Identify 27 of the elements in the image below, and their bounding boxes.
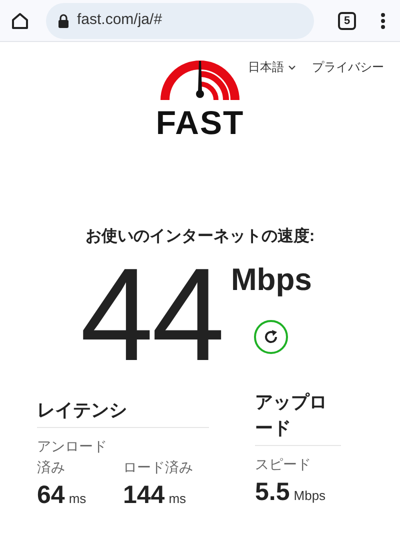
- metric-value: 5.5: [255, 479, 290, 507]
- metric-label: ロード済み: [123, 458, 194, 478]
- menu-icon[interactable]: [380, 12, 386, 30]
- latency-title: レイテンシ: [37, 399, 128, 422]
- metric-unit: ms: [168, 490, 186, 508]
- speed-unit: Mbps: [230, 261, 312, 299]
- metric-label: アンロード済み: [37, 437, 108, 478]
- metric-unit: ms: [68, 490, 86, 508]
- metric-value: 144: [123, 482, 165, 510]
- fast-logo-text: FAST: [156, 106, 244, 139]
- home-icon[interactable]: [10, 10, 30, 30]
- language-link[interactable]: 日本語: [248, 58, 296, 76]
- language-label: 日本語: [248, 59, 284, 76]
- chevron-down-icon: [288, 64, 296, 70]
- metric-label: スピード: [255, 455, 312, 474]
- metric-unit: Mbps: [294, 487, 326, 506]
- url-text: fast.com/ja/#: [77, 10, 162, 30]
- tab-count[interactable]: 5: [338, 12, 356, 30]
- speed-heading: お使いのインターネットの速度:: [85, 228, 315, 245]
- metric-value: 64: [37, 482, 65, 510]
- lock-icon: [58, 14, 69, 28]
- upload-title: アップロード: [255, 391, 328, 440]
- address-bar[interactable]: fast.com/ja/#: [46, 2, 314, 38]
- privacy-link[interactable]: プライバシー: [312, 58, 384, 76]
- speed-value: 44: [80, 249, 223, 381]
- refresh-button[interactable]: [254, 320, 288, 354]
- refresh-icon: [263, 328, 280, 344]
